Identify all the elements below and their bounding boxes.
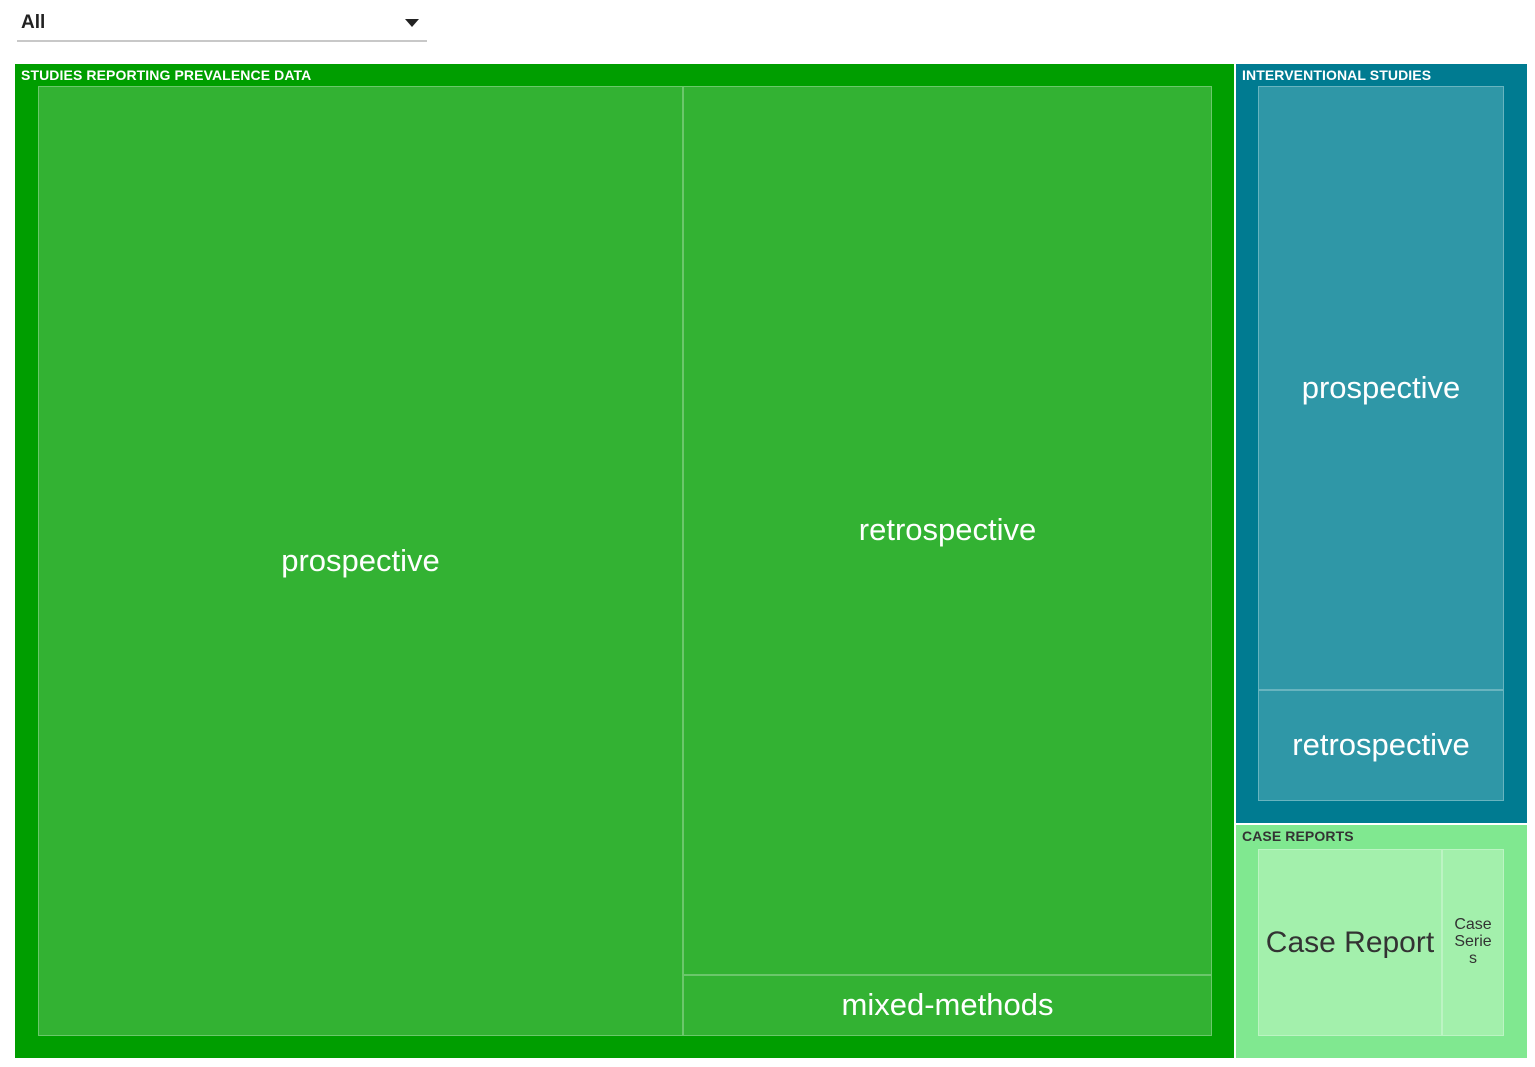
treemap-group-title: INTERVENTIONAL STUDIES	[1242, 67, 1432, 83]
chevron-down-icon[interactable]	[405, 19, 419, 27]
treemap-leaf-case-report[interactable]: Case Report	[1258, 849, 1442, 1036]
treemap-leaf-label: Case Report	[1265, 925, 1435, 959]
treemap-group-title: STUDIES REPORTING PREVALENCE DATA	[21, 67, 312, 83]
treemap-leaf-prospective[interactable]: prospective	[1258, 86, 1504, 690]
treemap-leaf-label: prospective	[1301, 369, 1461, 405]
filter-selected-value: All	[21, 12, 46, 33]
treemap-leaf-label: Case Series	[1454, 916, 1492, 967]
treemap-leaf-mixed-methods[interactable]: mixed-methods	[683, 975, 1212, 1036]
treemap-leaf-label: prospective	[281, 542, 440, 578]
filter-dropdown[interactable]: All	[17, 4, 427, 42]
treemap-leaf-label: mixed-methods	[841, 987, 1054, 1023]
treemap-leaf-label: retrospective	[1292, 727, 1470, 763]
treemap-leaf-label: retrospective	[858, 512, 1037, 548]
treemap-leaf-case-series[interactable]: Case Series	[1442, 849, 1504, 1036]
treemap-group-title: CASE REPORTS	[1242, 828, 1354, 844]
treemap-leaf-prospective[interactable]: prospective	[38, 86, 683, 1036]
treemap-leaf-retrospective[interactable]: retrospective	[1258, 690, 1504, 801]
treemap-leaf-retrospective[interactable]: retrospective	[683, 86, 1212, 975]
